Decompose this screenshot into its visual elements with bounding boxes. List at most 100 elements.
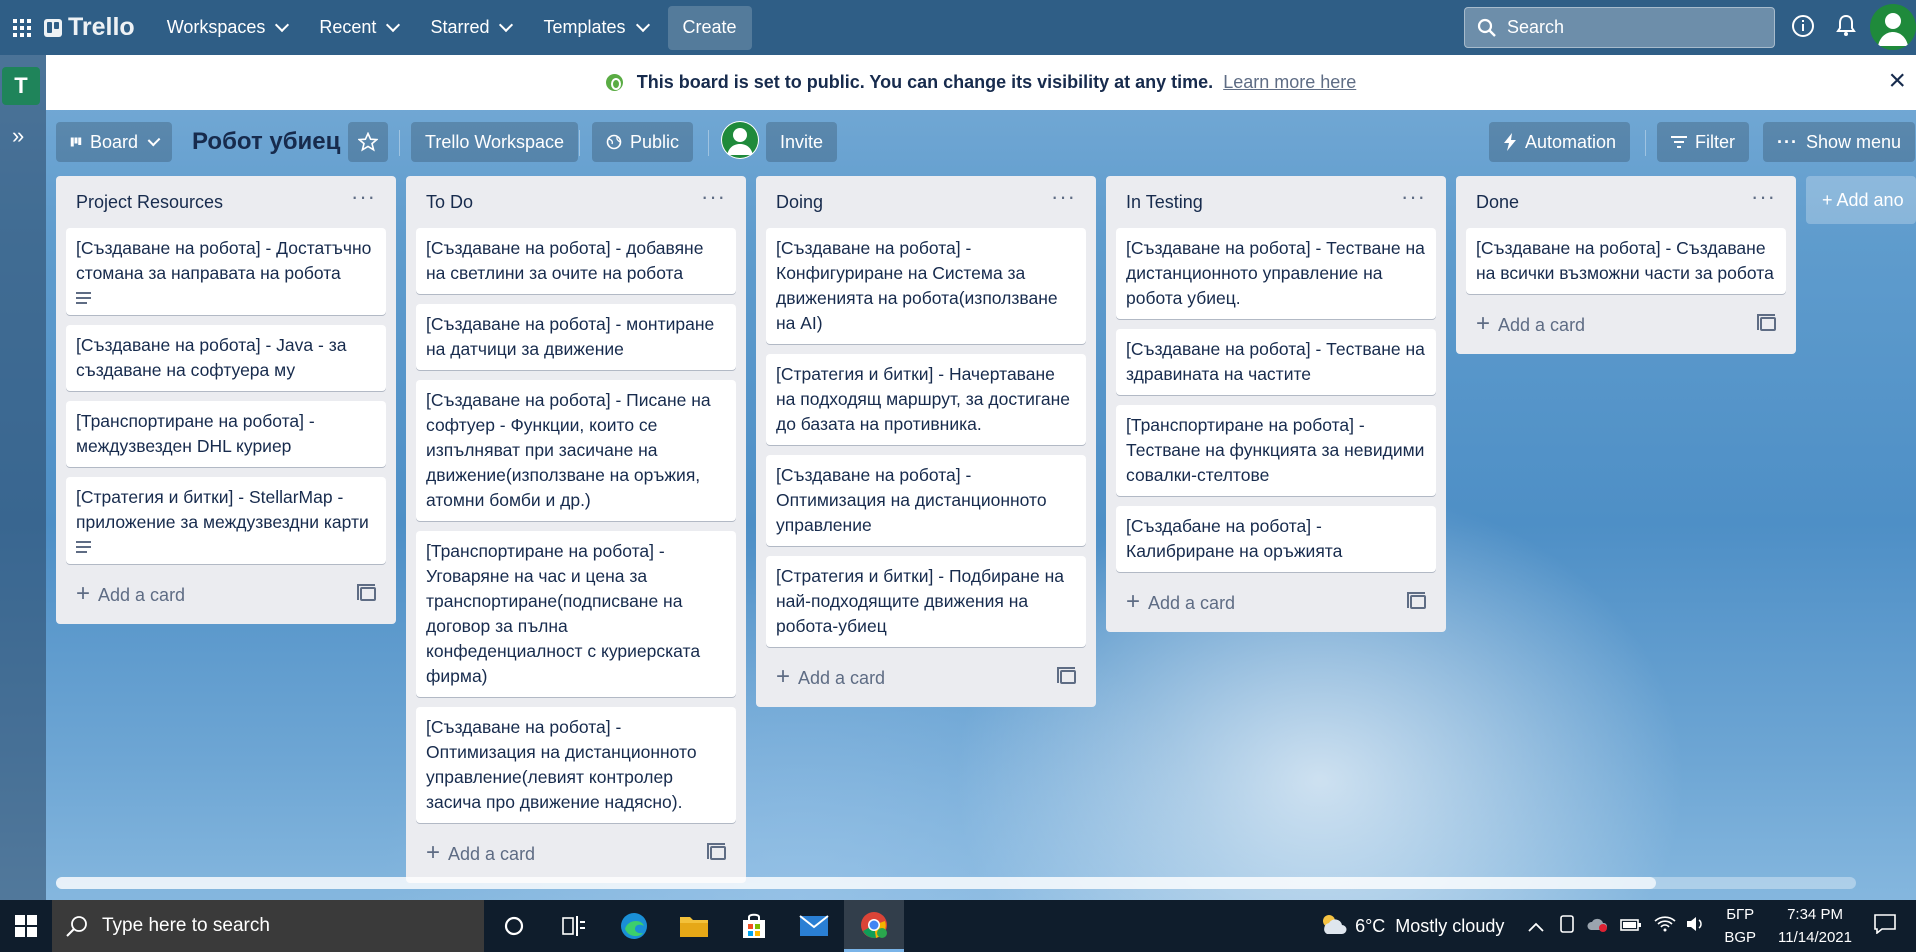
- bell-icon[interactable]: [1835, 14, 1857, 38]
- apps-grid-icon[interactable]: [0, 0, 44, 55]
- card[interactable]: [Създаване на робота] - Достатъчно стома…: [66, 228, 386, 315]
- card[interactable]: [Транспортиране на робота] - Уговаряне н…: [416, 531, 736, 697]
- list-menu-icon[interactable]: ···: [1401, 184, 1426, 210]
- cortana-icon[interactable]: [484, 900, 544, 952]
- card-template-icon[interactable]: [707, 843, 726, 860]
- info-icon[interactable]: [1791, 14, 1815, 38]
- card[interactable]: [Стратегия и битки] - Начертаване на под…: [766, 354, 1086, 445]
- card[interactable]: [Транспортиране на робота] - междузвезде…: [66, 401, 386, 467]
- scrollbar-thumb[interactable]: [56, 877, 1656, 889]
- trello-logo[interactable]: Trello: [44, 13, 135, 42]
- user-avatar[interactable]: [1870, 4, 1916, 50]
- onedrive-icon[interactable]: [1586, 916, 1608, 937]
- automation-button[interactable]: Automation: [1489, 122, 1631, 162]
- search-input[interactable]: Search: [1464, 7, 1775, 48]
- star-board-button[interactable]: [348, 122, 388, 162]
- card-title: [Създабане на робота] - Калибриране на о…: [1126, 516, 1343, 561]
- add-list-button[interactable]: + Add ano: [1806, 176, 1916, 224]
- task-view-icon[interactable]: [544, 900, 604, 952]
- windows-taskbar: Type here to search 6°C Mostly cloudy БГ…: [0, 900, 1916, 952]
- card-template-icon[interactable]: [1407, 592, 1426, 609]
- list-menu-icon[interactable]: ···: [1051, 184, 1076, 210]
- add-card-button[interactable]: + Add a card: [1466, 304, 1786, 344]
- templates-menu[interactable]: Templates: [531, 8, 659, 48]
- close-icon[interactable]: ×: [1888, 66, 1906, 96]
- card[interactable]: [Създаване на робота] - монтиране на дат…: [416, 304, 736, 370]
- battery-icon[interactable]: [1620, 916, 1642, 937]
- filter-button[interactable]: Filter: [1657, 122, 1749, 162]
- add-card-button[interactable]: + Add a card: [1116, 582, 1436, 622]
- edge-browser-icon[interactable]: [604, 900, 664, 952]
- card[interactable]: [Създаване на робота] - Java - за създав…: [66, 325, 386, 391]
- list-menu-icon[interactable]: ···: [351, 184, 376, 210]
- workspace-button[interactable]: Trello Workspace: [411, 122, 579, 162]
- list-title[interactable]: Doing: [776, 192, 823, 213]
- workspace-avatar[interactable]: T: [2, 67, 40, 105]
- card[interactable]: [Стратегия и битки] - Подбиране на най-п…: [766, 556, 1086, 647]
- card[interactable]: [Създаване на робота] - добавяне на свет…: [416, 228, 736, 294]
- horizontal-scrollbar[interactable]: [56, 877, 1856, 889]
- card-title: [Стратегия и битки] - StellarMap - прило…: [76, 487, 369, 532]
- taskbar-search-input[interactable]: Type here to search: [52, 900, 484, 952]
- windows-start-button[interactable]: [0, 900, 52, 952]
- chevron-up-icon[interactable]: [1528, 916, 1544, 937]
- add-card-button[interactable]: + Add a card: [416, 833, 736, 873]
- clock-date: 11/14/2021: [1778, 929, 1852, 946]
- board-title[interactable]: Робот убиец: [192, 128, 340, 156]
- weather-icon[interactable]: [1319, 912, 1347, 941]
- card-template-icon[interactable]: [357, 584, 376, 601]
- chrome-icon[interactable]: [844, 900, 904, 952]
- store-icon[interactable]: [724, 900, 784, 952]
- list-header[interactable]: In Testing ···: [1116, 176, 1436, 228]
- list-header[interactable]: Done ···: [1466, 176, 1786, 228]
- list-menu-icon[interactable]: ···: [701, 184, 726, 210]
- search-icon: [1477, 18, 1496, 37]
- card[interactable]: [Създабане на робота] - Калибриране на о…: [1116, 506, 1436, 572]
- list-menu-icon[interactable]: ···: [1751, 184, 1776, 210]
- card[interactable]: [Създаване на робота] - Оптимизация на д…: [766, 455, 1086, 546]
- list-title[interactable]: To Do: [426, 192, 473, 213]
- starred-menu[interactable]: Starred: [418, 8, 523, 48]
- member-avatar[interactable]: [721, 121, 759, 159]
- add-card-button[interactable]: + Add a card: [66, 574, 386, 614]
- card[interactable]: [Създаване на робота] - Създаване на вси…: [1466, 228, 1786, 294]
- invite-button[interactable]: Invite: [766, 122, 838, 162]
- volume-icon[interactable]: [1686, 916, 1706, 937]
- lightning-icon: [1504, 133, 1516, 151]
- recent-menu[interactable]: Recent: [307, 8, 410, 48]
- create-button[interactable]: Create: [667, 5, 752, 50]
- description-icon: [76, 292, 91, 304]
- weather-text[interactable]: 6°C Mostly cloudy: [1355, 916, 1504, 937]
- member-avatar-icon: [722, 122, 758, 158]
- language-indicator[interactable]: БГР BGP: [1724, 903, 1756, 949]
- tablet-icon[interactable]: [1560, 914, 1575, 938]
- list-title[interactable]: Project Resources: [76, 192, 223, 213]
- list-title[interactable]: In Testing: [1126, 192, 1203, 213]
- expand-sidebar-icon[interactable]: »: [12, 123, 24, 149]
- card-template-icon[interactable]: [1757, 314, 1776, 331]
- notifications-icon[interactable]: [1874, 913, 1896, 939]
- list-title[interactable]: Done: [1476, 192, 1519, 213]
- card[interactable]: [Стратегия и битки] - StellarMap - прило…: [66, 477, 386, 564]
- card[interactable]: [Създаване на робота] - Оптимизация на д…: [416, 707, 736, 823]
- wifi-icon[interactable]: [1654, 915, 1676, 937]
- show-menu-button[interactable]: ··· Show menu: [1763, 122, 1916, 162]
- clock[interactable]: 7:34 PM 11/14/2021: [1778, 903, 1852, 949]
- workspaces-menu[interactable]: Workspaces: [155, 8, 300, 48]
- card-title: [Създаване на робота] - Писане на софтуе…: [426, 390, 711, 510]
- add-card-button[interactable]: + Add a card: [766, 657, 1086, 697]
- card-template-icon[interactable]: [1057, 667, 1076, 684]
- file-explorer-icon[interactable]: [664, 900, 724, 952]
- board-view-switcher[interactable]: Board: [56, 122, 172, 162]
- list-header[interactable]: To Do ···: [416, 176, 736, 228]
- card[interactable]: [Създаване на робота] - Писане на софтуе…: [416, 380, 736, 521]
- card[interactable]: [Създаване на робота] - Конфигуриране на…: [766, 228, 1086, 344]
- mail-icon[interactable]: [784, 900, 844, 952]
- list-header[interactable]: Project Resources ···: [66, 176, 386, 228]
- visibility-button[interactable]: Public: [592, 122, 694, 162]
- card[interactable]: [Създаване на робота] - Тестване на здра…: [1116, 329, 1436, 395]
- card[interactable]: [Транспортиране на робота] - Тестване на…: [1116, 405, 1436, 496]
- learn-more-link[interactable]: Learn more here: [1223, 72, 1356, 93]
- list-header[interactable]: Doing ···: [766, 176, 1086, 228]
- card[interactable]: [Създаване на робота] - Тестване на дист…: [1116, 228, 1436, 319]
